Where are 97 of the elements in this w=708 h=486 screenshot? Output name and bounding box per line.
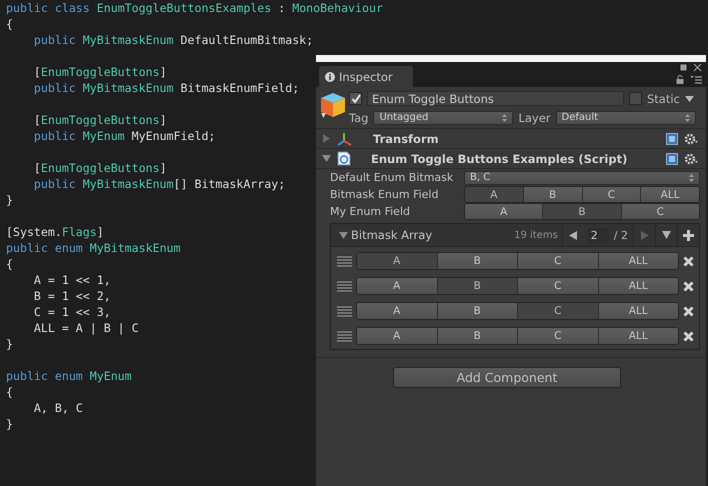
cube-icon (320, 92, 346, 120)
toggle-button[interactable]: ALL (598, 253, 678, 269)
plus-icon (683, 230, 694, 240)
toggle-button[interactable]: B (436, 253, 517, 269)
item-count: 19 items (514, 230, 559, 240)
axes-icon (337, 132, 353, 146)
code-line: { (6, 16, 13, 32)
remove-icon[interactable] (683, 256, 694, 266)
active-checkbox[interactable] (349, 92, 362, 105)
array-label: Bitmask Array (351, 228, 434, 242)
toggle-button[interactable]: A (357, 278, 436, 294)
remove-icon[interactable] (683, 306, 694, 316)
code-line: } (6, 336, 13, 352)
toggle-button[interactable]: A (465, 187, 523, 202)
code-line: } (6, 416, 13, 432)
component-header[interactable]: Transform (316, 129, 706, 149)
code-line: ALL = A | B | C (32, 320, 139, 336)
enum-dropdown[interactable]: B, C (464, 170, 700, 184)
left-arrow-icon (569, 230, 578, 240)
toggle-button[interactable]: C (620, 204, 699, 219)
toggle-button[interactable]: A (357, 303, 436, 319)
name-field[interactable]: Enum Toggle Buttons (367, 91, 624, 106)
static-label: Static (647, 92, 680, 106)
gear-icon[interactable] (684, 132, 698, 144)
toggle-button[interactable]: B (542, 204, 621, 219)
field-label: Default Enum Bitmask (330, 171, 454, 184)
lock-icon[interactable] (676, 75, 684, 84)
code-line: public enum MyBitmaskEnum (6, 240, 181, 256)
code-line: } (6, 192, 13, 208)
layer-label: Layer (518, 110, 551, 124)
up-down-arrows-icon (502, 114, 508, 122)
layer-dropdown[interactable]: Default (556, 110, 696, 124)
page-total: / 2 (612, 228, 629, 242)
toggle-button[interactable]: C (517, 278, 598, 294)
help-icon[interactable] (666, 132, 678, 144)
field-label: My Enum Field (330, 205, 411, 218)
component-title: Transform (372, 132, 440, 146)
code-line: C = 1 << 3, (32, 304, 111, 320)
right-arrow-icon (640, 230, 648, 240)
toggle-button[interactable]: A (357, 253, 436, 269)
script-icon (337, 151, 351, 166)
toggle-button[interactable]: ALL (598, 328, 678, 344)
code-line: { (6, 256, 13, 272)
code-line: public class EnumToggleButtonsExamples : MonoBehaviour (6, 0, 383, 16)
toggle-button[interactable]: C (517, 303, 598, 319)
toggle-button[interactable]: A (465, 204, 542, 219)
toggle-button[interactable]: ALL (598, 278, 678, 294)
maximize-icon[interactable] (680, 64, 687, 71)
gear-icon[interactable] (684, 152, 698, 164)
add-component-button[interactable]: Add Component (393, 367, 621, 388)
toggle-button[interactable]: ALL (598, 303, 678, 319)
toggle-button[interactable]: C (517, 328, 598, 344)
close-icon[interactable] (693, 63, 702, 72)
toggle-button[interactable]: B (522, 187, 582, 202)
foldout-icon[interactable] (339, 230, 348, 240)
up-down-arrows-icon (684, 114, 690, 122)
code-line: A = 1 << 1, (32, 272, 111, 288)
component-title: Enum Toggle Buttons Examples (Script) (370, 152, 628, 166)
remove-icon[interactable] (683, 330, 694, 342)
toggle-button[interactable]: ALL (640, 187, 699, 202)
field-label: Bitmask Enum Field (330, 188, 440, 201)
code-line: A, B, C (32, 400, 83, 416)
static-checkbox[interactable] (629, 92, 642, 105)
code-line: B = 1 << 2, (32, 288, 111, 304)
caret-icon[interactable] (684, 96, 694, 102)
toggle-button[interactable]: C (517, 253, 598, 269)
tag-dropdown[interactable]: Untagged (373, 110, 514, 124)
code-line: [System.Flags] (6, 224, 104, 240)
inspector-tab[interactable]: Inspector (319, 66, 413, 87)
drag-handle-icon[interactable] (337, 256, 352, 266)
toggle-button[interactable]: B (436, 328, 517, 344)
remove-icon[interactable] (683, 280, 694, 292)
tag-label: Tag (349, 110, 368, 124)
code-line: public MyBitmaskEnum BitmaskEnumField; (32, 80, 300, 96)
help-icon[interactable] (666, 152, 678, 164)
code-line: public MyBitmaskEnum[] BitmaskArray; (32, 176, 286, 192)
drag-handle-icon[interactable] (337, 330, 352, 342)
code-line: [EnumToggleButtons] (32, 160, 167, 176)
foldout-icon[interactable] (322, 154, 331, 163)
toggle-button[interactable]: B (436, 278, 517, 294)
toggle-button[interactable]: A (357, 328, 436, 344)
code-line: { (6, 384, 13, 400)
code-line: public MyEnum MyEnumField; (32, 128, 216, 144)
page-field[interactable]: 2 (588, 228, 609, 242)
code-line: public MyBitmaskEnum DefaultEnumBitmask; (32, 32, 314, 48)
code-line: [EnumToggleButtons] (32, 112, 167, 128)
up-down-arrows-icon (689, 174, 694, 182)
toggle-button[interactable]: B (436, 303, 517, 319)
down-arrow-icon (662, 231, 671, 239)
toggle-button[interactable]: C (582, 187, 640, 202)
drag-handle-icon[interactable] (337, 306, 352, 316)
info-icon (325, 72, 335, 82)
drag-handle-icon[interactable] (337, 280, 352, 292)
component-header[interactable]: Enum Toggle Buttons Examples (Script) (316, 149, 706, 169)
code-line: [EnumToggleButtons] (32, 64, 167, 80)
menu-icon[interactable] (690, 75, 702, 84)
code-line: public enum MyEnum (6, 368, 132, 384)
